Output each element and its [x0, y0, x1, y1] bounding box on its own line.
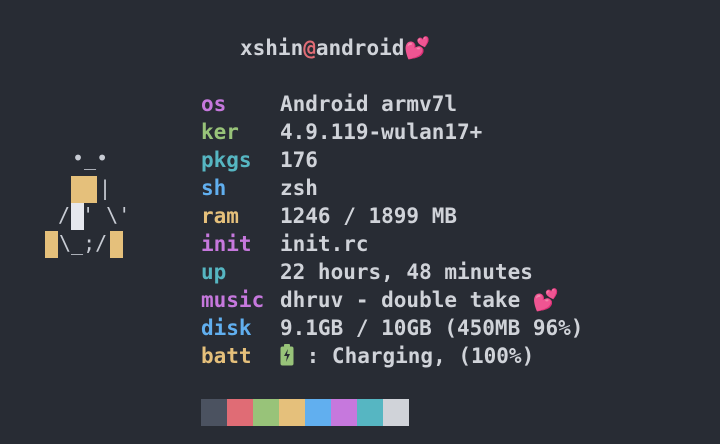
info-row-ker: ker 4.9.119-wulan17+ [201, 118, 482, 146]
info-value: 1246 / 1899 MB [280, 204, 458, 228]
palette-swatch-magenta [331, 399, 357, 426]
palette-swatch-green [253, 399, 279, 426]
info-key: ker [201, 120, 239, 144]
info-row-disk: disk 9.1GB / 10GB (450MB 96%) [201, 314, 583, 342]
color-palette [201, 399, 409, 426]
ascii-right-foot-block [110, 231, 123, 258]
info-row-os: os Android armv7l [201, 90, 457, 118]
info-key: os [201, 92, 227, 116]
info-value: 4.9.119-wulan17+ [280, 120, 483, 144]
info-row-batt: batt : Charging, (100%) [201, 342, 534, 370]
info-key: ram [201, 204, 239, 228]
info-value-batt: : Charging, (100%) [280, 342, 534, 373]
info-value: dhruv - double take 💕 [280, 288, 560, 312]
info-value: 9.1GB / 10GB (450MB 96%) [280, 316, 584, 340]
info-key: sh [201, 176, 227, 200]
palette-swatch-cyan [357, 399, 383, 426]
battery-status-text: : Charging, (100%) [294, 344, 535, 368]
username: xshin [240, 36, 304, 60]
palette-swatch-red [227, 399, 253, 426]
info-row-up: up 22 hours, 48 minutes [201, 258, 533, 286]
hostname: android [315, 36, 405, 60]
user-host-title: xshin@android💕 [240, 34, 431, 62]
info-value: init.rc [280, 232, 369, 256]
palette-swatch-yellow [279, 399, 305, 426]
heart-emoji: 💕 [404, 36, 431, 60]
info-row-ram: ram 1246 / 1899 MB [201, 202, 457, 230]
ascii-torso-block [71, 176, 97, 203]
ascii-face: •_• [72, 146, 109, 170]
ascii-art-figure: •_• | / ' \' \_;/ [0, 0, 200, 444]
info-row-init: init init.rc [201, 230, 369, 258]
battery-charging-icon [280, 344, 294, 373]
info-key: disk [201, 316, 252, 340]
ascii-legs: \_;/ [59, 231, 108, 255]
palette-swatch-black [201, 399, 227, 426]
ascii-left-foot-block [45, 231, 58, 258]
system-info-list: os Android armv7l ker 4.9.119-wulan17+ p… [201, 90, 583, 370]
info-row-music: music dhruv - double take 💕 [201, 286, 559, 314]
terminal-window: •_• | / ' \' \_;/ xshin@android💕 os Andr… [0, 0, 720, 444]
info-value: 176 [280, 148, 318, 172]
info-row-sh: sh zsh [201, 174, 318, 202]
info-key: batt [201, 344, 252, 368]
info-value: Android armv7l [280, 92, 458, 116]
info-key: music [201, 288, 265, 312]
ascii-torso-bar: | [99, 176, 112, 200]
at-sign: @ [303, 36, 316, 60]
info-key: pkgs [201, 148, 252, 172]
palette-swatch-white [383, 399, 409, 426]
info-row-pkgs: pkgs 176 [201, 146, 318, 174]
ascii-arms: / ' \' [58, 203, 131, 227]
palette-swatch-blue [305, 399, 331, 426]
info-value: zsh [280, 176, 318, 200]
info-value: 22 hours, 48 minutes [280, 260, 533, 284]
info-key: up [201, 260, 227, 284]
info-key: init [201, 232, 252, 256]
